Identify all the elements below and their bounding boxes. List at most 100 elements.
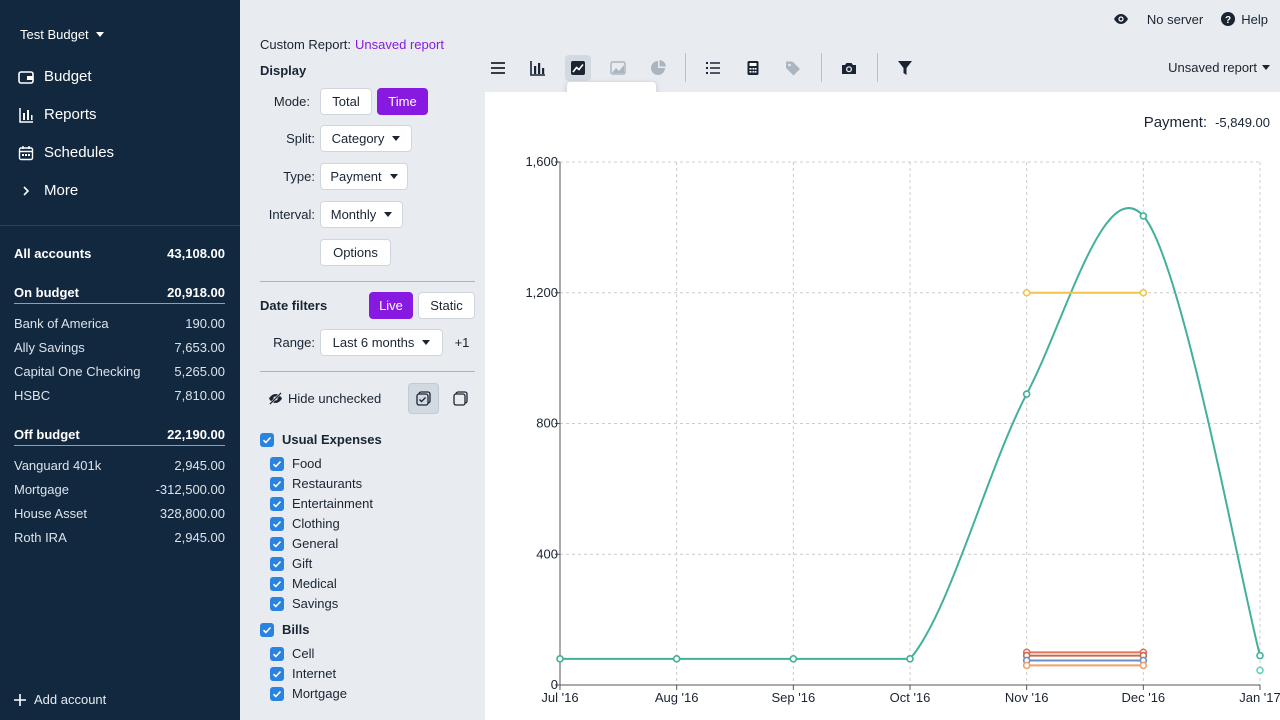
checkbox[interactable]	[270, 686, 284, 701]
category-row[interactable]: Gift	[270, 556, 312, 571]
type-select[interactable]: Payment	[320, 163, 408, 190]
account-row[interactable]: Vanguard 401k 2,945.00	[14, 458, 225, 473]
category-label: Cell	[292, 646, 315, 661]
account-name: Roth IRA	[14, 530, 67, 545]
category-row[interactable]: Medical	[270, 576, 337, 591]
account-balance: 7,653.00	[174, 340, 225, 355]
category-label: Mortgage	[292, 686, 347, 701]
category-row[interactable]: Internet	[270, 666, 336, 681]
show-legend-button[interactable]	[700, 55, 726, 81]
budget-name: Test Budget	[20, 27, 89, 42]
caret-down-icon	[384, 212, 393, 217]
category-group-row[interactable]: Usual Expenses	[260, 432, 382, 447]
category-row[interactable]: Restaurants	[270, 476, 362, 491]
hide-unchecked-button[interactable]: Hide unchecked	[260, 385, 396, 412]
nav-schedules[interactable]: Schedules	[18, 144, 114, 161]
data-point	[1256, 666, 1264, 675]
account-row[interactable]: HSBC 7,810.00	[14, 388, 225, 403]
account-row[interactable]: House Asset 328,800.00	[14, 506, 225, 521]
category-row[interactable]: Clothing	[270, 516, 340, 531]
nav-more[interactable]: More	[18, 182, 78, 199]
reports-icon	[19, 107, 33, 123]
nav-schedules-label: Schedules	[44, 144, 115, 161]
plus-icon	[14, 693, 26, 706]
panel-divider	[260, 281, 475, 282]
report-menu-button[interactable]: Unsaved report	[1168, 60, 1270, 75]
checkbox[interactable]	[270, 646, 284, 661]
checkbox[interactable]	[270, 596, 284, 611]
nav-reports[interactable]: Reports	[18, 106, 97, 123]
on-budget-label: On budget	[14, 285, 79, 300]
data-table-button[interactable]	[485, 55, 511, 81]
category-label: Food	[292, 456, 322, 471]
category-label: Clothing	[292, 516, 340, 531]
date-live-button[interactable]: Live	[369, 292, 413, 319]
area-graph-button[interactable]	[605, 55, 631, 81]
all-accounts[interactable]: All accounts 43,108.00	[14, 246, 225, 261]
category-group-row[interactable]: Bills	[260, 622, 309, 637]
range-extra[interactable]: +1	[448, 329, 476, 356]
copy-square-icon	[453, 391, 468, 406]
category-row[interactable]: Savings	[270, 596, 338, 611]
privacy-toggle[interactable]	[1113, 11, 1129, 27]
checkbox[interactable]	[270, 576, 284, 591]
off-budget-value: 22,190.00	[167, 427, 225, 442]
mode-time-button[interactable]: Time	[377, 88, 428, 115]
account-row[interactable]: Mortgage -312,500.00	[14, 482, 225, 497]
line-graph-button[interactable]	[565, 55, 591, 81]
off-budget-group[interactable]: Off budget 22,190.00	[14, 427, 225, 446]
checkbox[interactable]	[260, 622, 274, 637]
data-point	[1256, 651, 1264, 660]
account-row[interactable]: Roth IRA 2,945.00	[14, 530, 225, 545]
checkbox[interactable]	[270, 666, 284, 681]
checkbox[interactable]	[260, 432, 274, 447]
date-static-button[interactable]: Static	[418, 292, 475, 319]
on-budget-group[interactable]: On budget 20,918.00	[14, 285, 225, 304]
caret-down-icon	[95, 32, 104, 37]
add-account-label: Add account	[34, 692, 107, 707]
off-budget-label: Off budget	[14, 427, 80, 442]
report-menu-label: Unsaved report	[1168, 60, 1257, 75]
donut-graph-button[interactable]	[645, 55, 671, 81]
checkbox[interactable]	[270, 556, 284, 571]
checkbox[interactable]	[270, 456, 284, 471]
server-status[interactable]: No server	[1147, 12, 1203, 27]
account-row[interactable]: Ally Savings 7,653.00	[14, 340, 225, 355]
checkbox[interactable]	[270, 516, 284, 531]
range-select[interactable]: Last 6 months	[320, 329, 443, 356]
mode-total-button[interactable]: Total	[320, 88, 372, 115]
interval-select[interactable]: Monthly	[320, 201, 403, 228]
show-labels-button[interactable]	[780, 55, 806, 81]
category-row[interactable]: Entertainment	[270, 496, 373, 511]
checkbox[interactable]	[270, 496, 284, 511]
category-row[interactable]: Food	[270, 456, 322, 471]
options-button[interactable]: Options	[320, 239, 391, 266]
budget-name-dropdown[interactable]: Test Budget	[20, 27, 104, 42]
eye-icon	[1113, 14, 1128, 24]
category-row[interactable]: General	[270, 536, 338, 551]
panel-divider	[260, 371, 475, 372]
snapshot-button[interactable]	[836, 55, 862, 81]
account-row[interactable]: Bank of America 190.00	[14, 316, 225, 331]
category-row[interactable]: Mortgage	[270, 686, 347, 701]
pie-chart-icon	[651, 60, 666, 75]
show-summary-button[interactable]	[740, 55, 766, 81]
checkbox[interactable]	[270, 476, 284, 491]
checkbox[interactable]	[270, 536, 284, 551]
bar-graph-button[interactable]	[525, 55, 551, 81]
sidebar: Test Budget Budget Reports Schedules Mor…	[0, 0, 240, 720]
line-chart-icon	[571, 61, 585, 75]
category-label: General	[292, 536, 339, 551]
line-chart[interactable]: 04008001,2001,600Jul '16 Aug '16 Sep '16 Oc…	[485, 92, 1280, 720]
unselect-all-button[interactable]	[445, 383, 476, 414]
account-row[interactable]: Capital One Checking 5,265.00	[14, 364, 225, 379]
filter-button[interactable]	[892, 55, 918, 81]
add-account-button[interactable]: Add account	[14, 692, 106, 707]
split-select[interactable]: Category	[320, 125, 412, 152]
data-point	[906, 655, 914, 663]
nav-budget[interactable]: Budget	[18, 68, 92, 85]
x-tick-label: Nov '16	[1005, 690, 1049, 705]
select-all-button[interactable]	[408, 383, 439, 414]
category-row[interactable]: Cell	[270, 646, 314, 661]
help-button[interactable]: ? Help	[1221, 12, 1268, 27]
